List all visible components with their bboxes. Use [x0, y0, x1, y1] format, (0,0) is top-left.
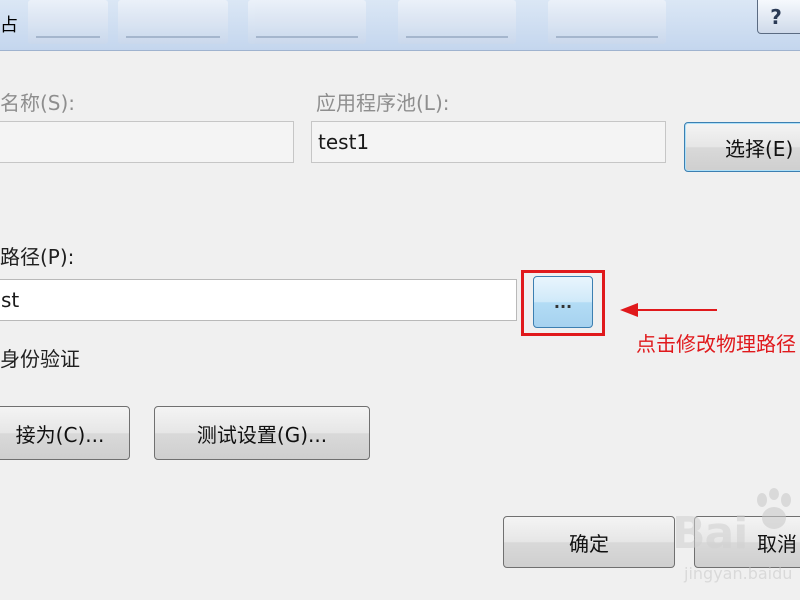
site-name-label: 名称(S): [0, 91, 76, 115]
ellipsis-icon: ... [553, 292, 573, 312]
baidu-watermark: Bai jingyan.baidu [672, 488, 800, 600]
window-title: 占 [0, 15, 18, 36]
taskbar-thumbnail [28, 0, 108, 44]
taskbar-thumbnail [548, 0, 666, 44]
taskbar-thumbnail [118, 0, 228, 44]
app-pool-value: test1 [318, 130, 370, 154]
test-settings-label: 测试设置(G)... [196, 422, 328, 447]
taskbar-thumbnail [398, 0, 516, 44]
ok-label: 确定 [569, 531, 609, 556]
app-pool-label: 应用程序池(L): [316, 91, 450, 115]
connect-as-label: 接为(C)... [15, 422, 105, 447]
select-button-label: 选择(E) [725, 136, 794, 161]
title-bar: 占 ? [0, 0, 800, 51]
physical-path-input[interactable]: st [0, 279, 517, 321]
annotation-text: 点击修改物理路径 [636, 332, 796, 356]
watermark-url: jingyan.baidu [684, 564, 793, 583]
annotation-arrow-icon [620, 303, 717, 317]
taskbar-thumbnail [248, 0, 366, 44]
test-settings-button[interactable]: 测试设置(G)... [154, 406, 370, 460]
physical-path-label: 路径(P): [0, 245, 75, 269]
app-pool-field: test1 [311, 121, 666, 163]
watermark-brand: Bai [672, 508, 748, 559]
select-app-pool-button[interactable]: 选择(E) [684, 122, 800, 172]
help-icon: ? [770, 4, 782, 29]
paw-icon [757, 488, 791, 529]
connect-as-button[interactable]: 接为(C)... [0, 406, 130, 460]
browse-path-button[interactable]: ... [533, 276, 593, 328]
help-button[interactable]: ? [757, 0, 800, 34]
ok-button[interactable]: 确定 [503, 516, 675, 568]
pass-through-auth-label: 身份验证 [0, 347, 80, 371]
physical-path-value: st [1, 288, 20, 312]
site-name-field [0, 121, 294, 163]
